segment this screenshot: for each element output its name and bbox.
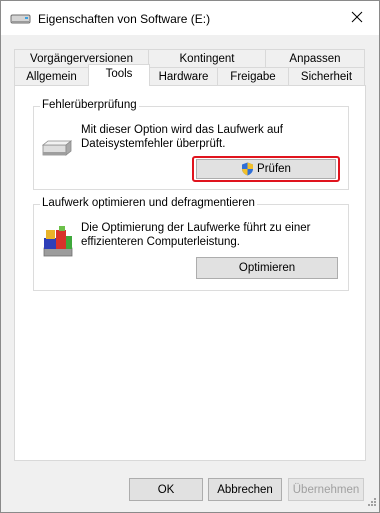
apply-button[interactable]: Übernehmen xyxy=(288,478,364,501)
error-check-description-line2: Dateisystemfehler überprüft. xyxy=(81,138,226,150)
hard-drive-icon xyxy=(41,139,73,162)
tab-hardware[interactable]: Hardware xyxy=(149,67,218,86)
ok-button-label: OK xyxy=(157,483,175,496)
ok-button[interactable]: OK xyxy=(129,478,203,501)
tab-sicherheit[interactable]: Sicherheit xyxy=(288,67,365,86)
title-bar: Eigenschaften von Software (E:) xyxy=(1,1,379,35)
group-title: Fehlerüberprüfung xyxy=(40,99,139,111)
properties-dialog: Eigenschaften von Software (E:) Vorgänge… xyxy=(0,0,380,513)
optimize-group: Laufwerk optimieren und defragmentieren … xyxy=(33,197,349,291)
tab-label: Sicherheit xyxy=(300,71,353,83)
tab-allgemein[interactable]: Allgemein xyxy=(14,67,89,86)
close-button[interactable] xyxy=(335,1,379,35)
tools-panel: Fehlerüberprüfung Mit dieser Option wird… xyxy=(14,85,366,461)
check-button-label: Prüfen xyxy=(257,163,291,175)
tab-kontingent[interactable]: Kontingent xyxy=(148,49,266,68)
error-check-group: Fehlerüberprüfung Mit dieser Option wird… xyxy=(33,99,349,190)
optimize-button-label: Optimieren xyxy=(238,262,296,274)
resize-grip-icon[interactable] xyxy=(367,497,377,510)
close-icon xyxy=(351,11,363,26)
tab-label: Kontingent xyxy=(179,53,235,65)
tab-label: Allgemein xyxy=(26,71,77,83)
drive-icon xyxy=(10,12,32,26)
optimize-description-line2: effizienteren Computerleistung. xyxy=(81,236,240,248)
cancel-button[interactable]: Abbrechen xyxy=(208,478,282,501)
group-title: Laufwerk optimieren und defragmentieren xyxy=(40,197,257,209)
uac-shield-icon xyxy=(241,162,254,176)
cancel-button-label: Abbrechen xyxy=(217,483,273,496)
apply-button-label: Übernehmen xyxy=(292,483,360,496)
tab-freigabe[interactable]: Freigabe xyxy=(217,67,289,86)
tab-label: Hardware xyxy=(158,71,209,83)
optimize-button[interactable]: Optimieren xyxy=(196,257,338,279)
defrag-icon xyxy=(42,224,74,261)
tab-tools[interactable]: Tools xyxy=(88,64,150,86)
tab-label: Freigabe xyxy=(230,71,276,83)
check-button[interactable]: Prüfen xyxy=(196,159,336,179)
optimize-description-line1: Die Optimierung der Laufwerke führt zu e… xyxy=(81,222,311,234)
tab-label: Anpassen xyxy=(289,53,341,65)
error-check-description-line1: Mit dieser Option wird das Laufwerk auf xyxy=(81,124,283,136)
tab-anpassen[interactable]: Anpassen xyxy=(265,49,365,68)
window-title: Eigenschaften von Software (E:) xyxy=(38,12,211,26)
tab-label: Tools xyxy=(105,68,133,80)
